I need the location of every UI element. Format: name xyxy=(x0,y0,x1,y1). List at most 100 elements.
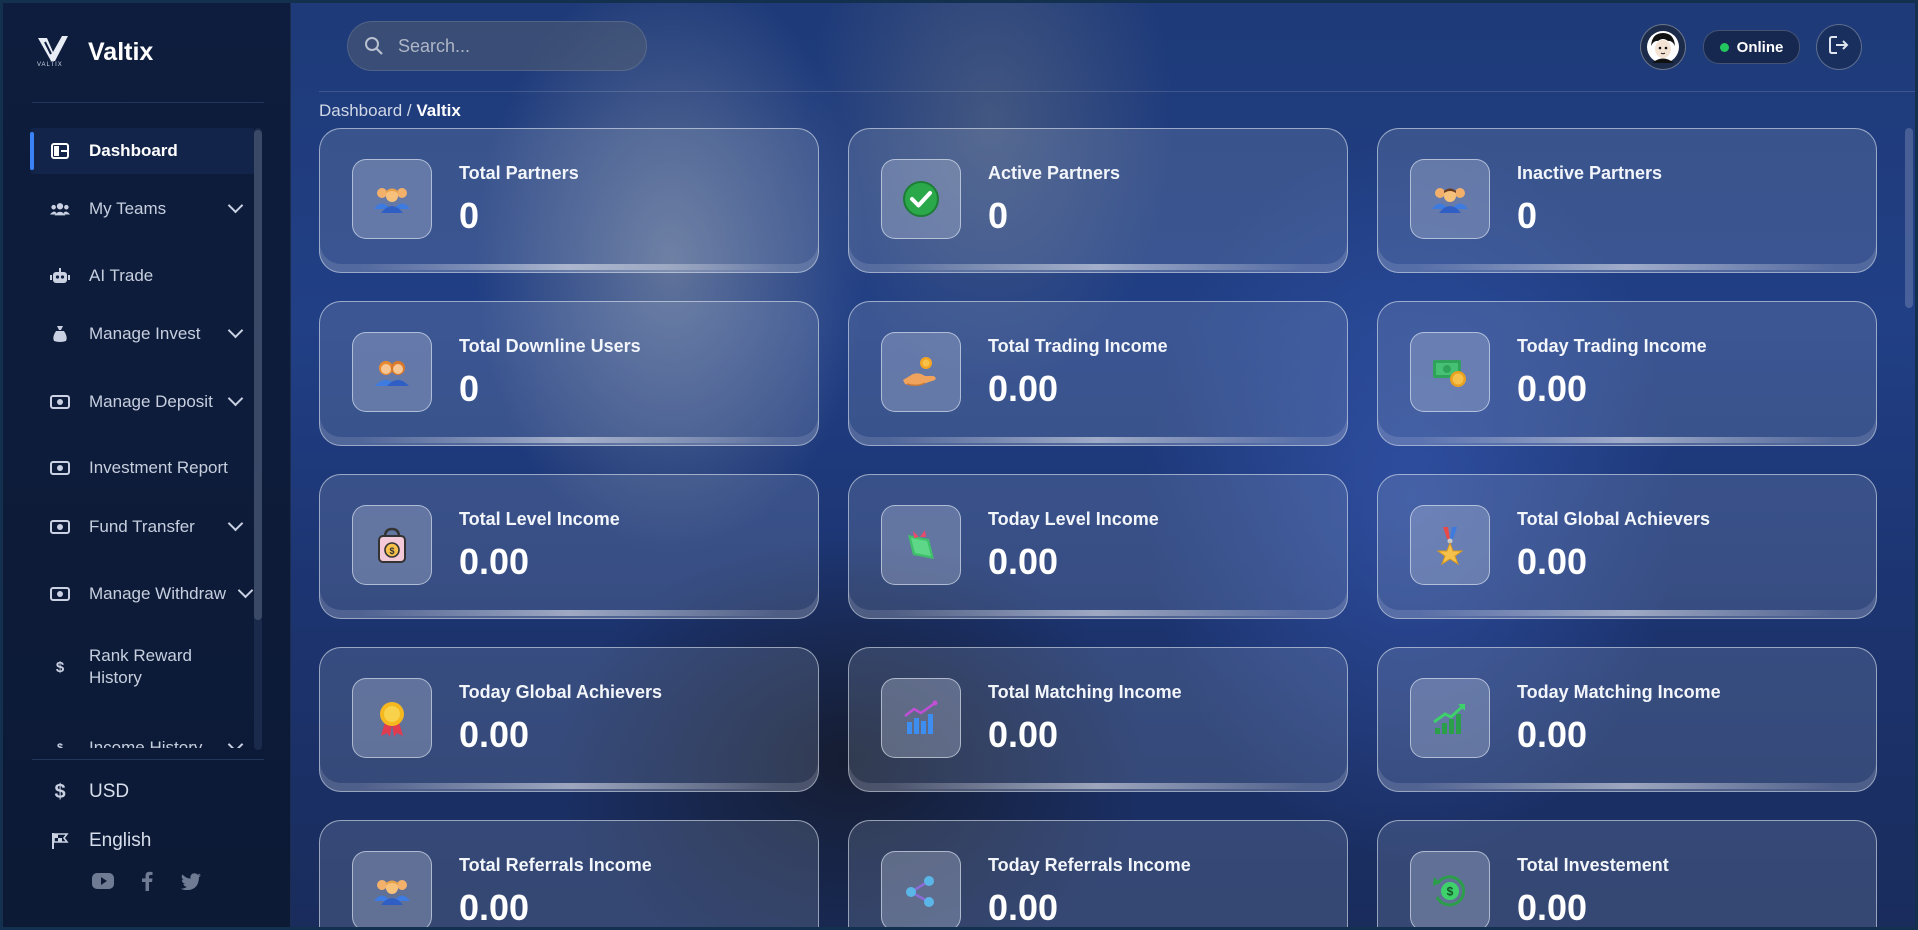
stat-card-total-partners[interactable]: Total Partners 0 xyxy=(319,128,819,273)
card-value: 0.00 xyxy=(988,368,1059,409)
chart-up-icon xyxy=(881,678,961,758)
stat-card-total-investement[interactable]: $ Total Investement 0.00 xyxy=(1377,820,1877,930)
status-label: Online xyxy=(1736,38,1784,56)
cash-icon xyxy=(50,458,70,478)
money-coin-icon xyxy=(1410,332,1490,412)
card-value: 0.00 xyxy=(1517,714,1588,755)
sidebar-item-label: AI Trade xyxy=(89,266,154,285)
card-value: 0.00 xyxy=(988,714,1059,755)
language-label: English xyxy=(89,830,152,851)
card-title: Total Downline Users xyxy=(459,336,641,356)
award-badge-icon xyxy=(352,678,432,758)
card-title: Total Referrals Income xyxy=(459,855,652,875)
stat-card-total-referrals-income[interactable]: Total Referrals Income 0.00 xyxy=(319,820,819,930)
check-circle-icon xyxy=(881,159,961,239)
stat-card-today-referrals-income[interactable]: Today Referrals Income 0.00 xyxy=(848,820,1348,930)
card-title: Inactive Partners xyxy=(1517,163,1663,183)
brand-logo: VALTIX xyxy=(36,34,70,70)
card-value: 0.00 xyxy=(988,887,1059,928)
brand[interactable]: VALTIX Valtix xyxy=(36,34,153,70)
main-content: Online Dashboard / Valtix Total Partners… xyxy=(291,0,1918,930)
stat-card-total-global-achievers[interactable]: Total Global Achievers 0.00 xyxy=(1377,474,1877,619)
status-badge: Online xyxy=(1703,30,1800,64)
hand-coin-icon xyxy=(881,332,961,412)
card-title: Total Global Achievers xyxy=(1517,509,1711,529)
stat-card-total-level-income[interactable]: $ Total Level Income 0.00 xyxy=(319,474,819,619)
sidebar-item-manage-invest[interactable]: Manage Invest xyxy=(30,311,255,357)
cash-icon xyxy=(50,517,70,537)
cash-icon xyxy=(50,392,70,412)
card-value: 0.00 xyxy=(459,714,530,755)
sidebar-item-manage-withdraw[interactable]: Manage Withdraw xyxy=(30,571,255,617)
shopping-bag-icon: $ xyxy=(352,505,432,585)
breadcrumb: Dashboard / Valtix xyxy=(319,101,461,121)
card-value: 0.00 xyxy=(1517,541,1588,582)
stat-card-total-matching-income[interactable]: Total Matching Income 0.00 xyxy=(848,647,1348,792)
card-title: Total Partners xyxy=(459,163,579,183)
sidebar-item-label: Investment Report xyxy=(89,458,228,477)
stat-card-today-trading-income[interactable]: Today Trading Income 0.00 xyxy=(1377,301,1877,446)
currency-selector[interactable]: $ USD xyxy=(50,781,129,803)
sidebar-item-label: Manage Withdraw xyxy=(89,584,227,603)
stat-card-total-trading-income[interactable]: Total Trading Income 0.00 xyxy=(848,301,1348,446)
card-title: Total Matching Income xyxy=(988,682,1182,702)
sidebar-item-dashboard[interactable]: Dashboard xyxy=(30,128,255,174)
sidebar-item-rank-reward-history[interactable]: $ Rank Reward History xyxy=(30,638,255,696)
couple-icon xyxy=(352,332,432,412)
brand-logo-text: VALTIX xyxy=(37,62,63,68)
chevron-down-icon xyxy=(227,515,244,532)
stat-card-total-downline-users[interactable]: Total Downline Users 0 xyxy=(319,301,819,446)
main-scrollbar[interactable] xyxy=(1905,128,1913,308)
medal-icon xyxy=(1410,505,1490,585)
facebook-icon[interactable] xyxy=(136,870,158,892)
chevron-down-icon xyxy=(227,736,244,748)
stat-card-inactive-partners[interactable]: Inactive Partners 0 xyxy=(1377,128,1877,273)
language-selector[interactable]: English xyxy=(50,830,151,852)
growth-chart-icon xyxy=(1410,678,1490,758)
sidebar-scroll-thumb[interactable] xyxy=(254,130,262,620)
breadcrumb-root[interactable]: Dashboard xyxy=(319,101,402,120)
sidebar-item-fund-transfer[interactable]: Fund Transfer xyxy=(30,504,255,550)
money-bow-icon xyxy=(881,505,961,585)
stat-card-today-global-achievers[interactable]: Today Global Achievers 0.00 xyxy=(319,647,819,792)
dollar-icon: $ xyxy=(55,658,65,676)
flag-icon xyxy=(50,831,70,851)
sidebar-item-label: Dashboard xyxy=(89,141,178,160)
avatar[interactable] xyxy=(1640,24,1686,70)
sidebar-item-label: Fund Transfer xyxy=(89,517,195,536)
breadcrumb-separator: / xyxy=(406,101,412,120)
sidebar-item-label: Rank Reward History xyxy=(89,646,192,687)
users-icon xyxy=(50,199,70,219)
search-input[interactable] xyxy=(396,34,620,58)
stat-card-active-partners[interactable]: Active Partners 0 xyxy=(848,128,1348,273)
card-title: Total Level Income xyxy=(459,509,620,529)
stat-card-today-level-income[interactable]: Today Level Income 0.00 xyxy=(848,474,1348,619)
breadcrumb-current: Valtix xyxy=(416,101,461,120)
sidebar-item-label: My Teams xyxy=(89,199,167,218)
logout-button[interactable] xyxy=(1816,24,1862,70)
sidebar-item-label: Manage Deposit xyxy=(89,392,213,411)
sidebar-item-investment-report[interactable]: Investment Report xyxy=(30,445,255,491)
stat-card-today-matching-income[interactable]: Today Matching Income 0.00 xyxy=(1377,647,1877,792)
sidebar-scrollbar[interactable] xyxy=(254,128,262,750)
sidebar-item-income-history[interactable]: $ Income History xyxy=(30,725,255,748)
card-value: 0.00 xyxy=(459,541,530,582)
money-bag-icon xyxy=(50,324,70,344)
sidebar-item-my-teams[interactable]: My Teams xyxy=(30,186,255,232)
svg-text:$: $ xyxy=(1447,885,1454,899)
card-value: 0 xyxy=(1517,195,1538,236)
search-bar[interactable] xyxy=(347,21,647,71)
card-value: 0 xyxy=(988,195,1009,236)
partners-icon xyxy=(1410,159,1490,239)
sidebar-menu: Dashboard My Teams AI Trade Manage Inves… xyxy=(30,128,256,748)
search-icon xyxy=(364,36,384,56)
card-value: 0.00 xyxy=(988,541,1059,582)
card-title: Total Investement xyxy=(1517,855,1669,875)
youtube-icon[interactable] xyxy=(92,870,114,892)
dashboard-icon xyxy=(50,141,70,161)
twitter-icon[interactable] xyxy=(180,870,202,892)
share-nodes-icon xyxy=(881,851,961,930)
sidebar-item-manage-deposit[interactable]: Manage Deposit xyxy=(30,379,255,425)
card-title: Today Trading Income xyxy=(1517,336,1707,356)
sidebar-item-ai-trade[interactable]: AI Trade xyxy=(30,253,255,299)
